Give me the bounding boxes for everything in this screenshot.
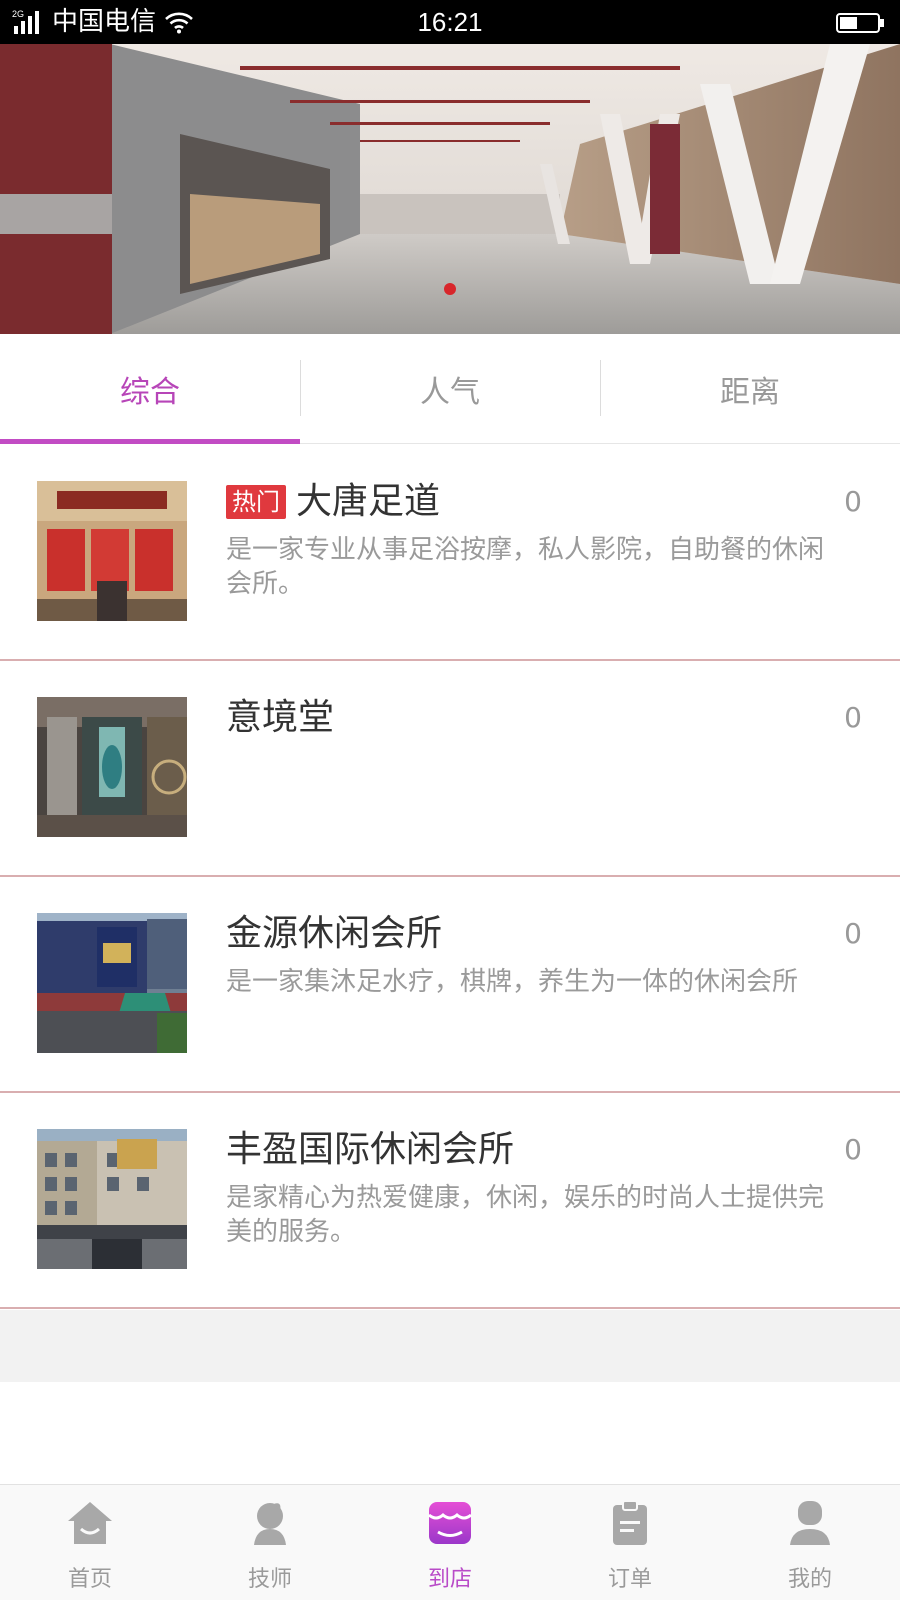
store-icon: [428, 1502, 472, 1544]
nav-label: 首页: [67, 1567, 112, 1592]
carousel-indicator-dot[interactable]: [444, 283, 456, 295]
store-title-row: 金源休闲会所: [226, 911, 442, 957]
home-icon: [68, 1502, 112, 1544]
banner-image-lobby: [0, 44, 900, 334]
banner-carousel[interactable]: [0, 44, 900, 334]
technician-icon: [254, 1503, 286, 1545]
store-thumbnail: [37, 481, 187, 621]
store-title-row: 意境堂: [226, 695, 334, 741]
store-thumbnail: [37, 697, 187, 837]
nav-technician[interactable]: 技师: [180, 1485, 360, 1600]
store-name: 金源休闲会所: [226, 913, 443, 954]
store-name: 大唐足道: [296, 481, 441, 522]
clock: 16:21: [417, 7, 483, 37]
store-thumbnail: [37, 913, 187, 1053]
tab-popularity[interactable]: 人气: [300, 334, 600, 444]
store-description: 是家精心为热爱健康，休闲，娱乐的时尚人士提供完美的服务。: [226, 1183, 825, 1247]
store-thumbnail: [37, 1129, 187, 1269]
profile-icon: [790, 1501, 830, 1545]
nav-home[interactable]: 首页: [0, 1485, 180, 1600]
order-clipboard-icon: [613, 1500, 647, 1545]
store-title-row: 丰盈国际休闲会所: [226, 1127, 514, 1173]
list-footer-spacer: [0, 1310, 900, 1382]
store-description: 是一家专业从事足浴按摩，私人影院，自助餐的休闲会所。: [226, 535, 825, 599]
tab-comprehensive[interactable]: 综合: [0, 334, 300, 444]
nav-store[interactable]: 到店: [360, 1485, 540, 1600]
store-title-row: 热门 大唐足道: [226, 479, 440, 525]
store-item[interactable]: 丰盈国际休闲会所 是家精心为热爱健康，休闲，娱乐的时尚人士提供完美的服务。 0: [0, 1093, 900, 1309]
store-count: 0: [844, 485, 862, 518]
battery-icon: [836, 13, 884, 33]
status-bar: 2G 中国电信 16:21: [0, 0, 900, 44]
store-item[interactable]: 热门 大唐足道 是一家专业从事足浴按摩，私人影院，自助餐的休闲会所。 0: [0, 445, 900, 661]
tab-label: 综合: [120, 375, 180, 410]
sort-tabs: 综合 人气 距离: [0, 334, 900, 444]
store-name: 意境堂: [226, 697, 335, 738]
nav-profile[interactable]: 我的: [720, 1485, 900, 1600]
nav-label: 我的: [787, 1567, 832, 1592]
store-count: 0: [844, 917, 862, 950]
tab-label: 人气: [420, 375, 480, 410]
tab-label: 距离: [720, 375, 780, 410]
nav-orders[interactable]: 订单: [540, 1485, 720, 1600]
store-count: 0: [844, 701, 862, 734]
nav-label: 订单: [607, 1567, 652, 1592]
nav-label: 到店: [427, 1567, 472, 1592]
tab-divider: [300, 360, 301, 416]
tab-distance[interactable]: 距离: [600, 334, 900, 444]
bottom-navigation: 首页 技师 到店 订单 我的: [0, 1484, 900, 1600]
store-description: 是一家集沐足水疗，棋牌，养生为一体的休闲会所: [226, 967, 799, 997]
tab-divider: [600, 360, 601, 416]
store-item[interactable]: 意境堂 0: [0, 661, 900, 877]
store-item[interactable]: 金源休闲会所 是一家集沐足水疗，棋牌，养生为一体的休闲会所 0: [0, 877, 900, 1093]
nav-label: 技师: [247, 1567, 292, 1592]
store-count: 0: [844, 1133, 862, 1166]
hot-badge: 热门: [226, 485, 286, 519]
store-list: 热门 大唐足道 是一家专业从事足浴按摩，私人影院，自助餐的休闲会所。 0 意境堂…: [0, 445, 900, 1309]
store-name: 丰盈国际休闲会所: [226, 1129, 515, 1170]
